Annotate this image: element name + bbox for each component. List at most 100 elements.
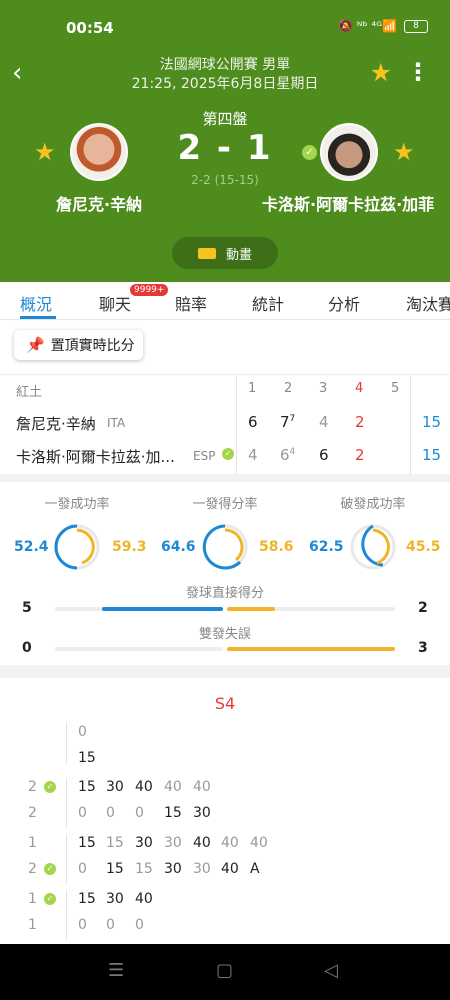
point-score: 40 — [221, 861, 239, 877]
pin-label: 置頂實時比分 — [50, 338, 135, 354]
animation-label: 動畫 — [225, 247, 252, 263]
player1-name[interactable]: 詹尼克·辛納 — [56, 191, 142, 215]
tab-stats[interactable]: 統計 — [252, 291, 284, 315]
stat-value-p1: 5 — [22, 600, 32, 616]
stat-ring-chart — [350, 524, 396, 570]
stats-summary: 一發成功率 一發得分率 破發成功率 52.4 59.3 64.6 58.6 62… — [0, 482, 450, 665]
nationality: ESP — [193, 449, 216, 463]
player1-favorite-icon[interactable]: ★ — [34, 138, 56, 166]
animation-icon — [197, 247, 216, 259]
point-score: 15 — [78, 750, 96, 766]
stat-value-p2: 3 — [418, 640, 428, 656]
point-score: 0 — [106, 917, 115, 933]
status-time: 00:54 — [66, 19, 114, 37]
point-score: 40 — [193, 835, 211, 851]
point-score: 40 — [164, 779, 182, 795]
set-scores-table: 紅土 1 2 3 4 5 詹尼克·辛納 ITA 6 77 4 2 15 卡洛斯·… — [0, 374, 450, 475]
table-divider — [236, 375, 237, 475]
pin-live-score-button[interactable]: 📌 置頂實時比分 — [14, 330, 143, 360]
set-score: 2 — [355, 446, 365, 464]
tab-bar: 概況 聊天 賠率 統計 分析 淘汰賽 — [0, 282, 450, 320]
point-score: 15 — [78, 835, 96, 851]
point-score: 0 — [78, 917, 87, 933]
point-score: 15 — [164, 805, 182, 821]
stat-value-p1: 62.5 — [309, 539, 344, 555]
stat-value-p1: 52.4 — [14, 539, 49, 555]
point-score: 30 — [106, 779, 124, 795]
point-score: 15 — [78, 891, 96, 907]
player2-avatar[interactable] — [320, 123, 378, 181]
player2-name[interactable]: 卡洛斯·阿爾卡拉茲·加菲 — [262, 191, 434, 215]
tab-knockout[interactable]: 淘汰賽 — [406, 291, 450, 315]
set-score: 2 — [355, 413, 365, 431]
point-by-point: S4 0 15 2 ✓ 2 15 30 40 40 40 0 0 0 15 30… — [0, 678, 450, 944]
home-icon[interactable]: ▢ — [216, 960, 233, 981]
point-score: 15 — [106, 861, 124, 877]
set-score: 6 — [319, 446, 329, 464]
sets-score: 2 - 1 — [177, 128, 273, 168]
stat-bar-track — [55, 647, 223, 651]
set-number: 2 — [284, 381, 293, 396]
stat-value-p2: 59.3 — [112, 539, 147, 555]
battery-icon: 8 — [404, 19, 428, 33]
set-number: 5 — [391, 381, 400, 396]
point-score: A — [250, 861, 260, 877]
animation-button[interactable]: 動畫 — [172, 237, 278, 269]
stat-title: 一發成功率 — [44, 497, 110, 512]
point-score: 40 — [250, 835, 268, 851]
system-nav-bar: ☰ ▢ ◁ — [0, 944, 450, 1000]
set-label: S4 — [214, 694, 236, 713]
set-score: 4 — [319, 413, 329, 431]
tab-chat[interactable]: 聊天 — [99, 291, 131, 315]
point-score: 15 — [78, 779, 96, 795]
pin-icon: 📌 — [26, 336, 45, 354]
chat-badge: 9999+ — [130, 284, 169, 296]
stat-bar-p1 — [102, 607, 223, 611]
stat-title: 破發成功率 — [340, 497, 406, 512]
stat-ring-chart — [54, 524, 100, 570]
player1-avatar[interactable] — [70, 123, 128, 181]
stat-value-p2: 45.5 — [406, 539, 441, 555]
set-number: 4 — [355, 381, 364, 396]
tab-overview[interactable]: 概況 — [20, 291, 52, 315]
status-bar: 00:54 🔕 ᴺᵇ ⁴ᴳ📶 8 — [0, 0, 450, 56]
table-divider — [410, 375, 411, 475]
game-divider — [66, 722, 67, 764]
point-score: 40 — [135, 779, 153, 795]
player2-favorite-icon[interactable]: ★ — [393, 138, 415, 166]
set-score: 64 — [280, 446, 296, 464]
game-divider — [66, 890, 67, 940]
point-score: 40 — [193, 779, 211, 795]
game-count: 2 — [28, 779, 37, 795]
player-name: 卡洛斯·阿爾卡拉茲·加... — [16, 448, 175, 466]
back-nav-icon[interactable]: ◁ — [324, 960, 338, 981]
favorite-star-icon[interactable]: ★ — [370, 58, 392, 87]
more-options-icon[interactable]: ⋮ — [406, 58, 430, 86]
set-number: 1 — [248, 381, 257, 396]
surface-label: 紅土 — [16, 385, 43, 400]
game-count: 1 — [28, 835, 37, 851]
serve-indicator-icon: ✓ — [222, 448, 234, 460]
game-count: 2 — [28, 805, 37, 821]
point-score: 0 — [135, 805, 144, 821]
tab-analysis[interactable]: 分析 — [328, 291, 360, 315]
stat-bar-p2 — [227, 607, 275, 611]
point-score: 30 — [164, 861, 182, 877]
point-score: 0 — [78, 861, 87, 877]
point-score: 0 — [78, 805, 87, 821]
pin-section: 📌 置頂實時比分 — [0, 320, 450, 374]
point-score: 30 — [164, 835, 182, 851]
menu-icon[interactable]: ☰ — [108, 960, 124, 981]
stat-ring-chart — [202, 524, 248, 570]
stat-value-p2: 2 — [418, 600, 428, 616]
game-score: 2-2 (15-15) — [191, 173, 259, 187]
game-won-icon: ✓ — [44, 781, 56, 793]
stat-bar-p2 — [227, 647, 395, 651]
total-games: 15 — [422, 413, 442, 431]
game-count: 2 — [28, 861, 37, 877]
tab-odds[interactable]: 賠率 — [175, 291, 207, 315]
game-divider — [66, 778, 67, 828]
stat-title: 一發得分率 — [192, 497, 258, 512]
game-won-icon: ✓ — [44, 863, 56, 875]
match-header: 00:54 🔕 ᴺᵇ ⁴ᴳ📶 8 ‹ 法國網球公開賽 男單 21:25, 202… — [0, 0, 450, 282]
